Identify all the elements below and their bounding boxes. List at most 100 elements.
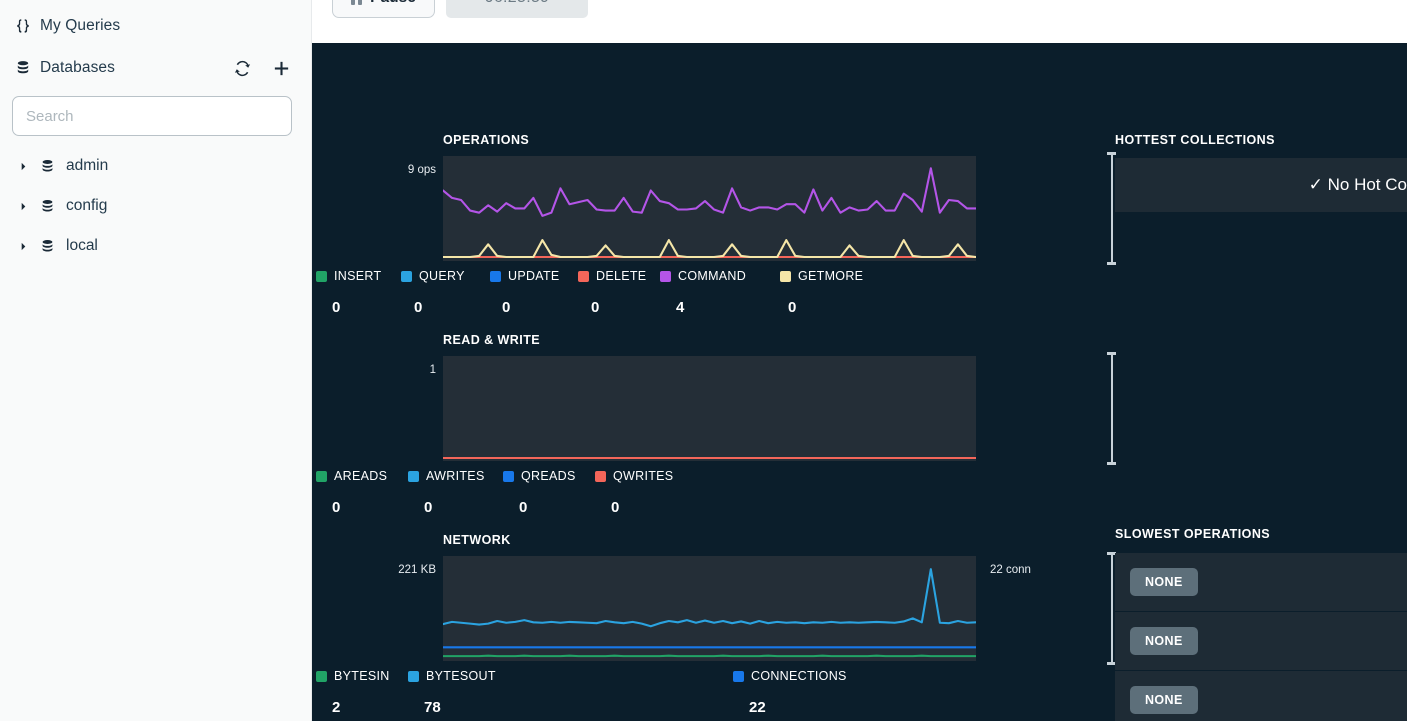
- network-chart-body: 221 KB 22 conn: [312, 552, 1116, 665]
- legend-item-getmore[interactable]: GETMORE: [780, 269, 863, 283]
- legend-value-bytesout: 78: [424, 699, 441, 716]
- list-item[interactable]: NONE: [1115, 553, 1407, 612]
- sidebar-search-wrap: [0, 88, 311, 136]
- legend-swatch-connections: [733, 670, 744, 682]
- search-input[interactable]: [12, 96, 292, 136]
- legend-value-query: 0: [414, 299, 423, 316]
- list-item[interactable]: NONE: [1115, 671, 1407, 721]
- legend-item-qwrites[interactable]: QWRITES: [595, 469, 673, 483]
- legend-value-awrites: 0: [424, 499, 433, 516]
- chevron-right-icon[interactable]: [14, 202, 32, 211]
- plus-icon[interactable]: [271, 58, 291, 78]
- elapsed-time-value: 06:25:59: [485, 0, 550, 7]
- legend-swatch-getmore: [780, 270, 791, 282]
- legend-value-getmore: 0: [788, 299, 797, 316]
- slowest-operations-section: SLOWEST OPERATIONS NONE NONE NONE: [1115, 525, 1407, 721]
- legend-swatch-qreads: [503, 470, 514, 482]
- pause-icon: [351, 0, 363, 5]
- legend-item-update[interactable]: UPDATE: [490, 269, 560, 283]
- operations-values: 0 0 0 0 4 0: [312, 299, 1052, 319]
- network-plot-area: [443, 552, 1116, 665]
- database-icon: [32, 158, 62, 175]
- slowest-title-row: SLOWEST OPERATIONS: [1115, 525, 1407, 547]
- legend-swatch-qwrites: [595, 470, 606, 482]
- legend-label: INSERT: [334, 269, 382, 283]
- status-badge[interactable]: NONE: [1130, 568, 1198, 596]
- legend-label: DELETE: [596, 269, 647, 283]
- elapsed-time-display: 06:25:59: [446, 0, 588, 18]
- operations-plot-svg: [443, 156, 976, 261]
- sidebar-database-actions: [232, 58, 297, 78]
- legend-swatch-bytesin: [316, 670, 327, 682]
- legend-swatch-bytesout: [408, 670, 419, 682]
- legend-label: CONNECTIONS: [751, 669, 847, 683]
- read-write-values: 0 0 0 0: [312, 499, 1052, 519]
- sidebar-item-databases[interactable]: Databases: [0, 48, 311, 88]
- database-item-local[interactable]: local: [0, 226, 311, 266]
- read-write-title: READ & WRITE: [443, 333, 541, 347]
- performance-stage: OPERATIONS 9 ops INSERT QUERY UPDATE DELETE…: [312, 43, 1407, 721]
- status-badge[interactable]: NONE: [1130, 627, 1198, 655]
- legend-item-query[interactable]: QUERY: [401, 269, 465, 283]
- legend-item-awrites[interactable]: AWRITES: [408, 469, 485, 483]
- sidebar: My Queries Databases Search admin config…: [0, 0, 312, 721]
- legend-value-qwrites: 0: [611, 499, 620, 516]
- network-title-row: NETWORK: [312, 531, 1052, 553]
- sidebar-my-queries-label: My Queries: [40, 17, 121, 34]
- chart-read-write: READ & WRITE 1 AREADS AWRITES QREADS QWRITE…: [312, 331, 1116, 519]
- legend-item-delete[interactable]: DELETE: [578, 269, 646, 283]
- legend-value-connections: 22: [749, 699, 766, 716]
- legend-item-areads[interactable]: AREADS: [316, 469, 387, 483]
- mongodb-compass-performance-view: My Queries Databases Search admin config…: [0, 0, 1407, 721]
- refresh-icon[interactable]: [232, 58, 252, 78]
- legend-label: AWRITES: [426, 469, 485, 483]
- list-item[interactable]: NONE: [1115, 612, 1407, 671]
- operations-plot-area: [443, 152, 1116, 265]
- readwrite-chart-body: 1: [312, 352, 1116, 465]
- chevron-right-icon[interactable]: [14, 242, 32, 251]
- slowest-operations-list: NONE NONE NONE: [1115, 553, 1407, 721]
- database-list: admin config local: [0, 146, 311, 266]
- operations-title: OPERATIONS: [443, 133, 530, 147]
- chart-network: NETWORK 221 KB 22 conn BYTESIN BYTESOUT CO…: [312, 531, 1116, 719]
- legend-label: QWRITES: [613, 469, 674, 483]
- chevron-right-icon[interactable]: [14, 162, 32, 171]
- curly-braces-icon: [14, 17, 40, 35]
- legend-swatch-update: [490, 270, 501, 282]
- network-legend: BYTESIN BYTESOUT CONNECTIONS: [312, 669, 1052, 689]
- database-icon: [32, 198, 62, 215]
- legend-swatch-awrites: [408, 470, 419, 482]
- legend-swatch-command: [660, 270, 671, 282]
- legend-label: GETMORE: [798, 269, 864, 283]
- sidebar-item-my-queries[interactable]: My Queries: [0, 6, 311, 46]
- database-icon: [14, 59, 40, 77]
- readwrite-y-axis-label: 1: [429, 364, 436, 376]
- network-plot-svg: [443, 556, 976, 661]
- read-write-legend: AREADS AWRITES QREADS QWRITES: [312, 469, 1052, 489]
- charts-column: OPERATIONS 9 ops INSERT QUERY UPDATE DELETE…: [312, 43, 1116, 721]
- status-badge[interactable]: NONE: [1130, 686, 1198, 714]
- operations-y-axis-label: 9 ops: [407, 164, 436, 176]
- operations-legend: INSERT QUERY UPDATE DELETE COMMAND GETMORE: [312, 269, 1052, 289]
- legend-item-command[interactable]: COMMAND: [660, 269, 746, 283]
- chart-operations: OPERATIONS 9 ops INSERT QUERY UPDATE DELETE…: [312, 131, 1116, 319]
- pause-button[interactable]: Pause: [332, 0, 435, 18]
- hottest-title-row: HOTTEST COLLECTIONS: [1115, 131, 1407, 153]
- legend-item-connections[interactable]: CONNECTIONS: [733, 669, 847, 683]
- hottest-collections-title: HOTTEST COLLECTIONS: [1115, 133, 1275, 147]
- database-name: config: [66, 197, 108, 214]
- operations-title-row: OPERATIONS: [312, 131, 1052, 153]
- legend-swatch-areads: [316, 470, 327, 482]
- database-item-config[interactable]: config: [0, 186, 311, 226]
- legend-item-bytesin[interactable]: BYTESIN: [316, 669, 390, 683]
- network-y2-axis-label: 22 conn: [990, 564, 1031, 576]
- legend-label: COMMAND: [678, 269, 747, 283]
- legend-item-bytesout[interactable]: BYTESOUT: [408, 669, 496, 683]
- legend-item-insert[interactable]: INSERT: [316, 269, 381, 283]
- legend-item-qreads[interactable]: QREADS: [503, 469, 576, 483]
- database-name: admin: [66, 157, 109, 174]
- legend-value-areads: 0: [332, 499, 341, 516]
- database-item-admin[interactable]: admin: [0, 146, 311, 186]
- operations-chart-body: 9 ops: [312, 152, 1116, 265]
- hottest-collections-section: HOTTEST COLLECTIONS ✓ No Hot Co: [1115, 131, 1407, 212]
